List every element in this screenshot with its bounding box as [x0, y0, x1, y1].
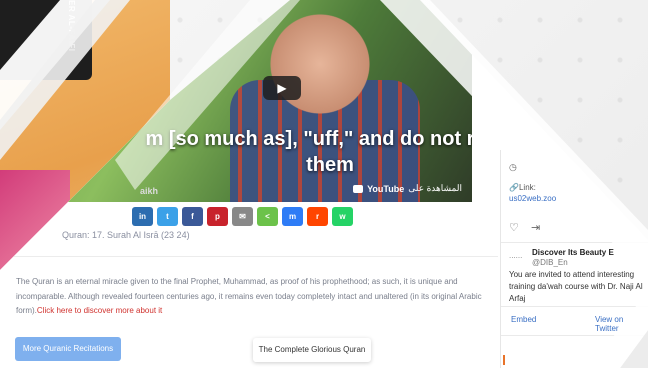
divider	[501, 306, 648, 307]
divider	[0, 256, 498, 257]
youtube-icon	[353, 184, 364, 193]
link-label: 🔗Link:	[509, 183, 536, 192]
reddit-share-button[interactable]: r	[307, 207, 328, 226]
watch-on-label: المشاهدة على	[408, 183, 462, 193]
video-subtitle: m [so much as], "uff," and do not repel …	[145, 128, 473, 176]
video-person-face	[260, 10, 380, 130]
zoom-link[interactable]: us02web.zoo	[509, 194, 556, 203]
linkedin-share-button[interactable]: in	[132, 207, 153, 226]
email-share-button[interactable]: ✉	[232, 207, 253, 226]
tweet-text: You are invited to attend interesting tr…	[509, 270, 643, 303]
heart-icon[interactable]: ♡	[509, 221, 519, 234]
book-title: ER AL-FAIFI	[67, 0, 76, 52]
tweet-account-name[interactable]: Discover Its Beauty E	[532, 248, 614, 257]
divider	[501, 335, 648, 336]
embed-link[interactable]: Embed	[511, 315, 536, 324]
play-icon[interactable]: ▶	[263, 76, 301, 100]
video-caption: Quran: 17. Surah Al Isrā (23 24)	[62, 230, 190, 240]
more-recitations-button[interactable]: More Quranic Recitations	[15, 337, 121, 361]
description: The Quran is an eternal miracle given to…	[16, 275, 486, 319]
messenger-share-button[interactable]: m	[282, 207, 303, 226]
divider	[501, 242, 648, 243]
youtube-watch-link[interactable]: YouTube المشاهدة على	[353, 183, 462, 194]
discover-more-link[interactable]: Click here to discover more about it	[37, 306, 162, 315]
youtube-label: YouTube	[367, 183, 405, 194]
share-icon[interactable]: ⇥	[531, 221, 540, 234]
clock-icon: ◷	[509, 162, 517, 172]
facebook-share-button[interactable]: f	[182, 207, 203, 226]
view-on-twitter-link[interactable]: View on Twitter	[595, 315, 648, 333]
share-bar: in t f p ✉ < m r w	[132, 207, 353, 226]
complete-quran-button[interactable]: The Complete Glorious Quran	[253, 338, 371, 362]
twitter-share-button[interactable]: t	[157, 207, 178, 226]
video-speaker: aikh	[140, 186, 159, 196]
whatsapp-share-button[interactable]: w	[332, 207, 353, 226]
tweet-account-handle[interactable]: @DIB_En	[532, 258, 568, 267]
pinterest-share-button[interactable]: p	[207, 207, 228, 226]
sharethis-share-button[interactable]: <	[257, 207, 278, 226]
book-cover-dark: ER AL-FAIFI	[0, 0, 92, 80]
account-logo: ......	[509, 251, 523, 260]
section-accent	[503, 355, 505, 365]
